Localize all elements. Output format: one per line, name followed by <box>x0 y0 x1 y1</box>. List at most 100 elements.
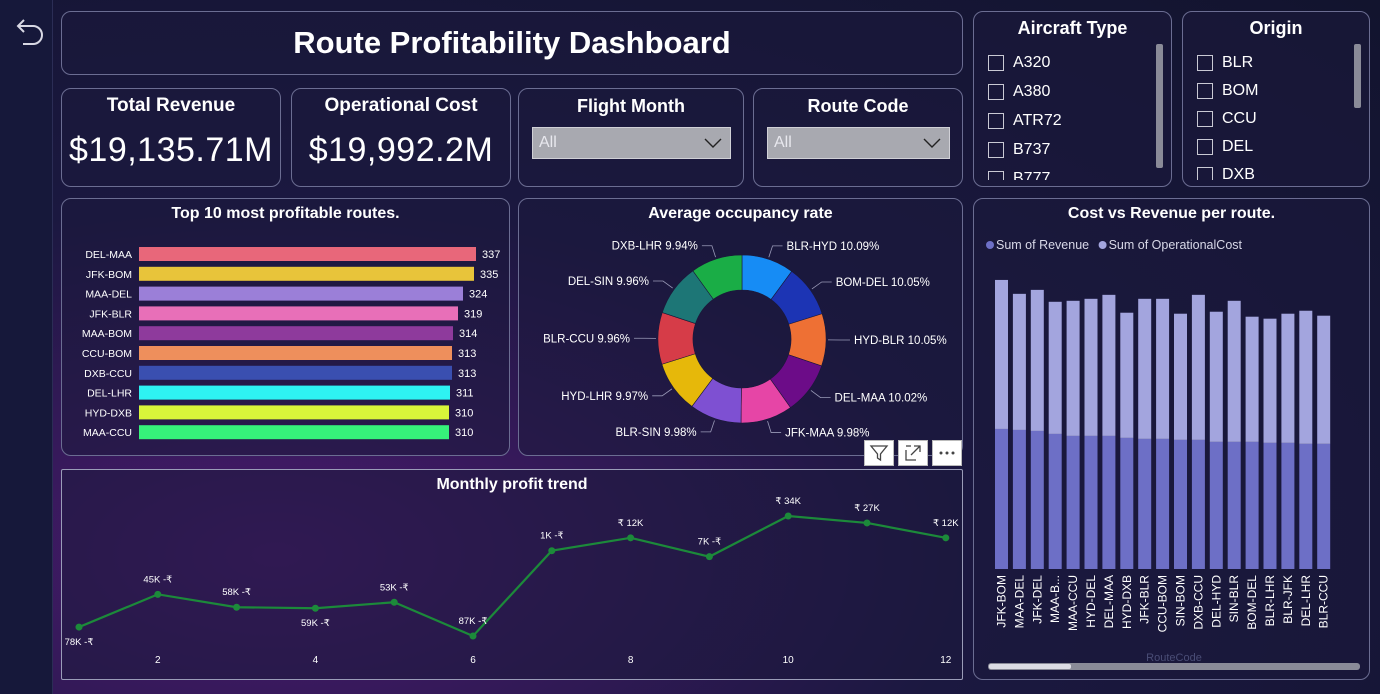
data-point-label: 87K -₹ <box>459 616 488 627</box>
bar-category-label: MAA-CCU <box>83 427 132 439</box>
data-point <box>469 632 477 640</box>
x-tick-label: 10 <box>783 655 795 666</box>
cost-bar <box>1245 316 1259 442</box>
title-card: Route Profitability Dashboard <box>61 11 963 75</box>
bar-category-label: DXB-CCU <box>84 368 132 380</box>
operational-cost-card: Operational Cost $19,992.2M <box>291 88 511 187</box>
route-code-dropdown[interactable]: All <box>767 127 950 159</box>
x-tick-label: BOM-DEL <box>1245 575 1259 630</box>
legend-label: Sum of Revenue <box>996 238 1089 252</box>
donut-slice-label: HYD-BLR 10.05% <box>854 335 947 347</box>
slicer-item-ccu[interactable]: CCU <box>1197 105 1349 133</box>
x-tick-label: SIN-BLR <box>1227 575 1241 623</box>
bar-category-label: JFK-BOM <box>86 269 132 281</box>
origin-list: BLR BOM CCU DEL DXB <box>1197 49 1349 180</box>
cost-bar <box>1048 301 1062 434</box>
checkbox[interactable] <box>1197 55 1213 71</box>
checkbox[interactable] <box>1197 139 1213 155</box>
bar-value-label: 324 <box>469 289 487 301</box>
bar-value-label: 310 <box>455 407 473 419</box>
cost-bar <box>1174 313 1187 440</box>
bar-category-label: MAA-DEL <box>85 289 132 301</box>
data-point <box>390 598 398 606</box>
donut-slice-label: DXB-LHR 9.94% <box>612 241 698 253</box>
checkbox[interactable] <box>1197 167 1213 180</box>
data-point-label: 7K -₹ <box>698 537 721 548</box>
data-point-label: ₹ 34K <box>775 496 801 507</box>
data-point <box>784 512 792 520</box>
data-point-label: 53K -₹ <box>380 582 409 593</box>
revenue-bar <box>1191 439 1205 569</box>
x-tick-label: DXB-CCU <box>1191 575 1205 630</box>
checkbox[interactable] <box>988 170 1004 180</box>
revenue-bar <box>1209 441 1223 569</box>
revenue-bar <box>1174 439 1187 569</box>
cost-bar <box>1299 310 1313 444</box>
x-tick-label: MAA-CCU <box>1066 575 1080 631</box>
dropdown-value: All <box>774 134 792 151</box>
top-routes-bar-chart: DEL-MAA 337 JFK-BOM 335 MAA-DEL 324 JFK-BLR 319… <box>82 247 500 440</box>
checkbox[interactable] <box>1197 83 1213 99</box>
donut-slice-label: BLR-CCU 9.96% <box>543 333 630 345</box>
x-tick-label: MAA-B... <box>1048 575 1062 623</box>
checkbox[interactable] <box>988 54 1004 71</box>
filter-icon[interactable] <box>864 440 894 466</box>
bar-value-label: 310 <box>455 427 473 439</box>
bar-category-label: HYD-DXB <box>85 407 132 419</box>
aircraft-type-slicer: Aircraft Type A320 A380 ATR72 B737 B777 <box>973 11 1172 187</box>
data-point-label: 58K -₹ <box>222 587 251 598</box>
checkbox[interactable] <box>988 83 1004 100</box>
slicer-item-del[interactable]: DEL <box>1197 133 1349 161</box>
donut-slice-label: JFK-MAA 9.98% <box>785 428 869 440</box>
revenue-bar <box>1156 438 1170 569</box>
bar <box>139 286 463 301</box>
bar-value-label: 313 <box>458 348 476 360</box>
data-point-label: ₹ 12K <box>618 518 644 529</box>
cost-bar <box>1281 313 1295 443</box>
x-tick-label: 12 <box>940 655 952 666</box>
legend-label: Sum of OperationalCost <box>1109 238 1243 252</box>
cost-bar <box>1012 293 1026 430</box>
checkbox[interactable] <box>1197 111 1213 127</box>
checkbox[interactable] <box>988 112 1004 129</box>
revenue-bar <box>1030 430 1044 569</box>
slicer-item-dxb[interactable]: DXB <box>1197 161 1349 180</box>
slicer-item-blr[interactable]: BLR <box>1197 49 1349 77</box>
x-tick-label: 4 <box>313 655 319 666</box>
checkbox[interactable] <box>988 141 1004 158</box>
occupancy-chart-card: Average occupancy rate BLR-HYD 10.09% BOM… <box>518 198 963 456</box>
data-point <box>942 534 950 542</box>
x-tick-label: BLR-CCU <box>1317 575 1331 628</box>
bar <box>139 326 453 341</box>
data-point-label: 59K -₹ <box>301 618 330 629</box>
x-tick-label: DEL-MAA <box>1102 575 1116 628</box>
revenue-bar <box>1317 443 1331 569</box>
chevron-down-icon <box>923 134 941 157</box>
slicer-item-a320[interactable]: A320 <box>988 48 1151 77</box>
bar <box>139 365 452 380</box>
revenue-bar <box>1012 429 1026 569</box>
donut-slice-label: DEL-MAA 10.02% <box>835 393 928 405</box>
back-arrow-icon[interactable] <box>14 16 46 48</box>
slicer-scrollbar[interactable] <box>1354 44 1361 108</box>
slicer-item-b737[interactable]: B737 <box>988 135 1151 164</box>
flight-month-dropdown[interactable]: All <box>532 127 731 159</box>
dropdown-value: All <box>539 134 557 151</box>
focus-mode-icon[interactable] <box>898 440 928 466</box>
data-point <box>627 534 635 542</box>
slicer-item-a380[interactable]: A380 <box>988 77 1151 106</box>
x-tick-label: BLR-LHR <box>1263 575 1277 627</box>
slicer-scrollbar[interactable] <box>1156 44 1163 168</box>
cost-bar <box>1191 294 1205 440</box>
x-tick-label: JFK-BOM <box>995 575 1009 628</box>
revenue-bar <box>995 428 1008 569</box>
slicer-title: Origin <box>1249 18 1303 38</box>
bar <box>139 385 450 400</box>
slicer-item-bom[interactable]: BOM <box>1197 77 1349 105</box>
visual-header <box>864 440 962 466</box>
slicer-item-b777[interactable]: B777 <box>988 164 1151 180</box>
slicer-item-atr72[interactable]: ATR72 <box>988 106 1151 135</box>
slicer-title: Flight Month <box>577 96 685 116</box>
more-options-icon[interactable] <box>932 440 962 466</box>
donut-slice-label: BOM-DEL 10.05% <box>836 277 930 289</box>
